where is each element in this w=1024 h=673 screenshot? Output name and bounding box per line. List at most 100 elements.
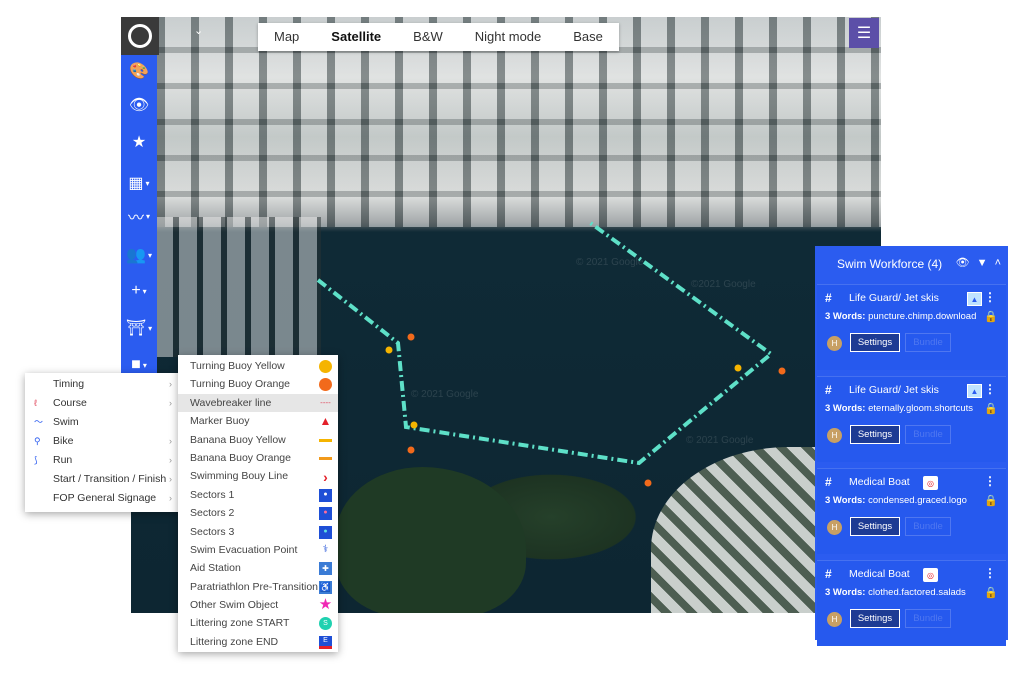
caret-icon: ▾ [142, 286, 147, 296]
gate-button[interactable]: ⛩ ▾ [121, 314, 157, 342]
tab-base[interactable]: Base [557, 23, 619, 51]
more-options-icon[interactable]: ⋮ [984, 382, 996, 396]
list-view-button[interactable]: ☰ [849, 18, 879, 48]
menu-item-course[interactable]: ℓ Course › [25, 394, 180, 413]
list-icon: ☰ [856, 25, 872, 42]
menu-item-sectors-1[interactable]: Sectors 1 ● [178, 486, 338, 504]
bundle-button[interactable]: Bundle [905, 425, 951, 444]
menu-item-label: Wavebreaker line [190, 396, 272, 409]
menu-item-label: Other Swim Object [190, 599, 279, 612]
image-icon[interactable]: ▲ [967, 384, 982, 398]
menu-item-turning-buoy-orange[interactable]: Turning Buoy Orange [178, 375, 338, 393]
menu-item-banana-buoy-yellow[interactable]: Banana Buoy Yellow [178, 431, 338, 449]
more-options-icon[interactable]: ⋮ [984, 566, 996, 580]
menu-item-swim-evacuation-point[interactable]: Swim Evacuation Point ⚕ [178, 541, 338, 559]
lock-icon[interactable]: 🔒 [984, 402, 998, 415]
lifebuoy-icon[interactable]: ◎ [923, 568, 938, 582]
avatar[interactable]: H [827, 428, 842, 443]
more-options-icon[interactable]: ⋮ [984, 474, 996, 488]
menu-item-start-transition-finish[interactable]: Start / Transition / Finish › [25, 470, 180, 489]
menu-item-run[interactable]: ⟆ Run › [25, 451, 180, 470]
swim-course-route [316, 220, 775, 466]
card-title: Life Guard/ Jet skis [849, 292, 939, 304]
menu-item-swim[interactable]: 〜 Swim [25, 413, 180, 432]
workforce-button[interactable]: 👥 ▾ [121, 241, 157, 269]
avatar[interactable]: H [827, 612, 842, 627]
card-words: 3 Words: clothed.factored.salads [825, 587, 966, 598]
menu-item-sectors-3[interactable]: Sectors 3 ● [178, 523, 338, 541]
workforce-card: # Life Guard/ Jet skis ▲ ⋮ 3 Words: punc… [817, 284, 1006, 370]
menu-item-fop-general-signage[interactable]: FOP General Signage › [25, 489, 180, 508]
palette-icon: 🎨 [129, 63, 149, 80]
avatar[interactable]: H [827, 336, 842, 351]
settings-button[interactable]: Settings [850, 333, 900, 352]
menu-item-marker-buoy[interactable]: Marker Buoy ▲ [178, 412, 338, 430]
caret-icon: ▾ [145, 178, 150, 188]
objects-button[interactable]: ▦ ▾ [121, 169, 157, 197]
tab-night-mode[interactable]: Night mode [459, 23, 557, 51]
menu-item-label: Run [53, 454, 73, 466]
menu-item-turning-buoy-yellow[interactable]: Turning Buoy Yellow [178, 357, 338, 375]
settings-button[interactable]: Settings [850, 609, 900, 628]
menu-item-aid-station[interactable]: Aid Station ✚ [178, 559, 338, 577]
swim-workforce-panel: Swim Workforce (4) 👁 ▼ ˄ # Life Guard/ J… [815, 246, 1008, 646]
menu-item-label: Timing [53, 378, 85, 390]
menu-item-other-swim-object[interactable]: Other Swim Object ★ [178, 596, 338, 614]
app-logo[interactable] [121, 17, 159, 55]
menu-item-timing[interactable]: Timing › [25, 375, 180, 394]
settings-button[interactable]: Settings [850, 517, 900, 536]
menu-item-sectors-2[interactable]: Sectors 2 ● [178, 504, 338, 522]
chevron-right-icon: › [169, 436, 172, 446]
bundle-button[interactable]: Bundle [905, 609, 951, 628]
dashed-line-icon: ---- [320, 398, 331, 408]
menu-item-banana-buoy-orange[interactable]: Banana Buoy Orange [178, 449, 338, 467]
menu-item-label: Aid Station [190, 562, 241, 575]
add-button[interactable]: + ▾ [121, 277, 157, 305]
bundle-button[interactable]: Bundle [905, 333, 951, 352]
menu-item-wavebreaker-line[interactable]: Wavebreaker line ---- [178, 393, 338, 413]
star-icon: ★ [131, 134, 147, 151]
bundle-button[interactable]: Bundle [905, 517, 951, 536]
tab-satellite[interactable]: Satellite [315, 23, 397, 51]
chevron-down-icon[interactable]: ⌄ [194, 24, 203, 37]
yellow-bar-icon [319, 434, 332, 447]
settings-button[interactable]: Settings [850, 425, 900, 444]
caret-icon: ▾ [146, 211, 151, 221]
hash-icon: # [825, 291, 832, 305]
panel-title: Swim Workforce (4) [837, 257, 943, 271]
avatar[interactable]: H [827, 520, 842, 535]
menu-item-swimming-bouy-line[interactable]: Swimming Bouy Line › [178, 467, 338, 485]
palette-button[interactable]: 🎨 [121, 57, 157, 85]
lock-icon[interactable]: 🔒 [984, 586, 998, 599]
tab-map[interactable]: Map [258, 23, 315, 51]
menu-item-label: Littering zone START [190, 617, 290, 630]
words-value: clothed.factored.salads [868, 587, 966, 598]
square-icon: ■ [131, 356, 141, 373]
card-title: Life Guard/ Jet skis [849, 384, 939, 396]
card-title: Medical Boat [849, 568, 910, 580]
course-icon: ℓ [34, 398, 37, 408]
menu-item-label: Turning Buoy Yellow [190, 360, 285, 372]
lines-button[interactable]: 〰 ▾ [121, 202, 157, 230]
lock-icon[interactable]: 🔒 [984, 494, 998, 507]
menu-item-label: Bike [53, 435, 74, 447]
tab-bw[interactable]: B&W [397, 23, 459, 51]
workforce-card: # Medical Boat ◎ ⋮ 3 Words: clothed.fact… [817, 560, 1006, 646]
pink-star-icon: ★ [318, 596, 333, 614]
image-icon[interactable]: ▲ [967, 292, 982, 306]
menu-item-label: FOP General Signage [53, 492, 157, 504]
card-words: 3 Words: puncture.chimp.download [825, 311, 976, 322]
more-options-icon[interactable]: ⋮ [984, 290, 996, 304]
lock-icon[interactable]: 🔒 [984, 310, 998, 323]
lifebuoy-icon[interactable]: ◎ [923, 476, 938, 490]
menu-item-littering-zone-start[interactable]: Littering zone START S [178, 614, 338, 632]
panel-header-icons[interactable]: 👁 ▼ ˄ [956, 256, 1003, 269]
buoy-orange [407, 446, 415, 454]
swim-icon: 〜 [34, 417, 44, 427]
favorites-button[interactable]: ★ [121, 128, 157, 156]
menu-item-paratriathlon-pre-transition[interactable]: Paratriathlon Pre-Transition ♿ [178, 578, 338, 596]
menu-item-littering-zone-end[interactable]: Littering zone END E [178, 633, 338, 651]
menu-item-bike[interactable]: ⚲ Bike › [25, 432, 180, 451]
map-type-tabs: Map Satellite B&W Night mode Base [258, 23, 619, 51]
visibility-button[interactable]: 👁 [121, 91, 157, 119]
